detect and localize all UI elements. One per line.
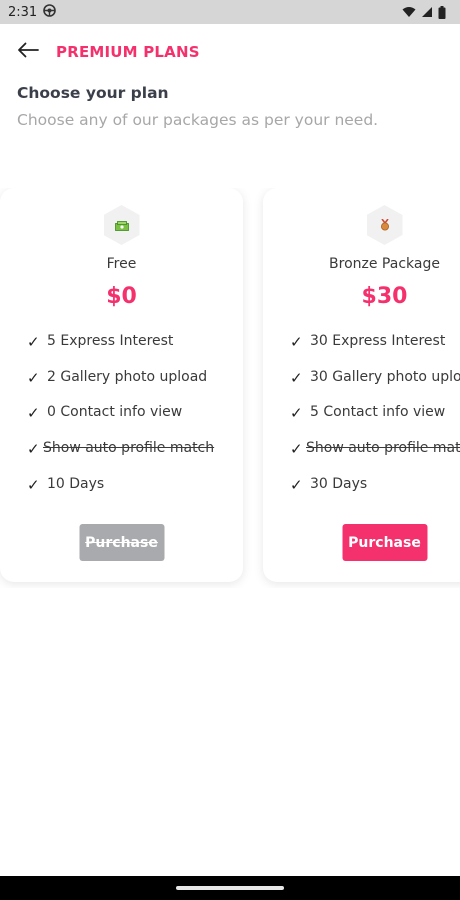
feature-label: 5 Express Interest <box>47 333 174 349</box>
back-button[interactable] <box>0 24 56 80</box>
check-icon: ✓ <box>290 440 303 459</box>
system-navigation-bar <box>0 876 460 900</box>
feature-item: ✓ 30 Express Interest <box>290 333 460 369</box>
feature-label: 0 Contact info view <box>47 404 183 421</box>
feature-item: ✓ 30 Days <box>290 476 460 512</box>
check-icon: ✓ <box>27 475 40 494</box>
plan-card-free: Free $0 ✓ 5 Express Interest ✓ 2 Gallery p… <box>0 188 243 582</box>
check-icon: ✓ <box>27 404 40 423</box>
check-icon: ✓ <box>27 333 40 351</box>
money-icon <box>114 216 129 235</box>
feature-label: 5 Contact info view <box>310 404 446 421</box>
plan-name: Free <box>106 256 137 272</box>
section-subtitle: Choose any of our packages as per your n… <box>17 111 379 129</box>
feature-label: 30 Gallery photo uplo <box>310 368 460 385</box>
feature-label: Show auto profile mat <box>306 440 460 457</box>
check-icon: ✓ <box>290 404 303 423</box>
feature-item-unavailable: ✓ Show auto profile mat <box>290 440 460 476</box>
feature-item: ✓ 0 Contact info view <box>27 404 214 440</box>
feature-list: ✓ 30 Express Interest ✓ 30 Gallery photo u… <box>290 333 460 511</box>
system-notification-icon <box>43 3 57 21</box>
battery-icon <box>438 5 446 19</box>
check-icon: ✓ <box>290 368 303 387</box>
feature-label: 10 Days <box>47 475 105 492</box>
bronze-medal-icon <box>380 216 390 235</box>
wifi-icon <box>402 6 416 18</box>
feature-list: ✓ 5 Express Interest ✓ 2 Gallery photo upl… <box>27 333 214 511</box>
feature-label: 2 Gallery photo upload <box>47 368 208 385</box>
plan-price: $30 <box>361 284 408 309</box>
status-bar: 2:31 <box>0 0 460 24</box>
plan-price: $0 <box>106 284 137 309</box>
page-title: PREMIUM PLANS <box>56 43 200 61</box>
check-icon: ✓ <box>27 368 40 387</box>
feature-item: ✓ 5 Express Interest <box>27 333 214 369</box>
app-header: PREMIUM PLANS <box>0 24 460 80</box>
status-time: 2:31 <box>8 4 38 20</box>
purchase-button-disabled[interactable]: Purchase <box>79 524 164 561</box>
feature-item: ✓ 5 Contact info view <box>290 404 460 440</box>
purchase-button[interactable]: Purchase <box>342 524 427 561</box>
plans-carousel[interactable]: Free $0 ✓ 5 Express Interest ✓ 2 Gallery p… <box>0 188 460 588</box>
feature-item: ✓ 2 Gallery photo upload <box>27 369 214 405</box>
intro-section: Choose your plan Choose any of our packa… <box>17 84 443 129</box>
check-icon: ✓ <box>290 475 303 494</box>
plan-card-bronze: Bronze Package $30 ✓ 30 Express Interest … <box>263 188 460 582</box>
back-arrow-icon <box>17 42 39 62</box>
signal-icon <box>421 6 433 18</box>
feature-item: ✓ 30 Gallery photo uplo <box>290 369 460 405</box>
home-gesture-handle[interactable] <box>176 886 284 890</box>
feature-item-unavailable: ✓ Show auto profile match <box>27 440 214 476</box>
feature-label: 30 Express Interest <box>310 333 446 349</box>
check-icon: ✓ <box>27 440 40 459</box>
feature-item: ✓ 10 Days <box>27 476 214 512</box>
plan-icon-badge <box>103 205 140 245</box>
check-icon: ✓ <box>290 333 303 351</box>
feature-label: Show auto profile match <box>43 440 215 457</box>
section-heading: Choose your plan <box>17 84 169 102</box>
plan-name: Bronze Package <box>329 256 440 272</box>
plan-icon-badge <box>366 205 403 245</box>
feature-label: 30 Days <box>310 475 368 492</box>
